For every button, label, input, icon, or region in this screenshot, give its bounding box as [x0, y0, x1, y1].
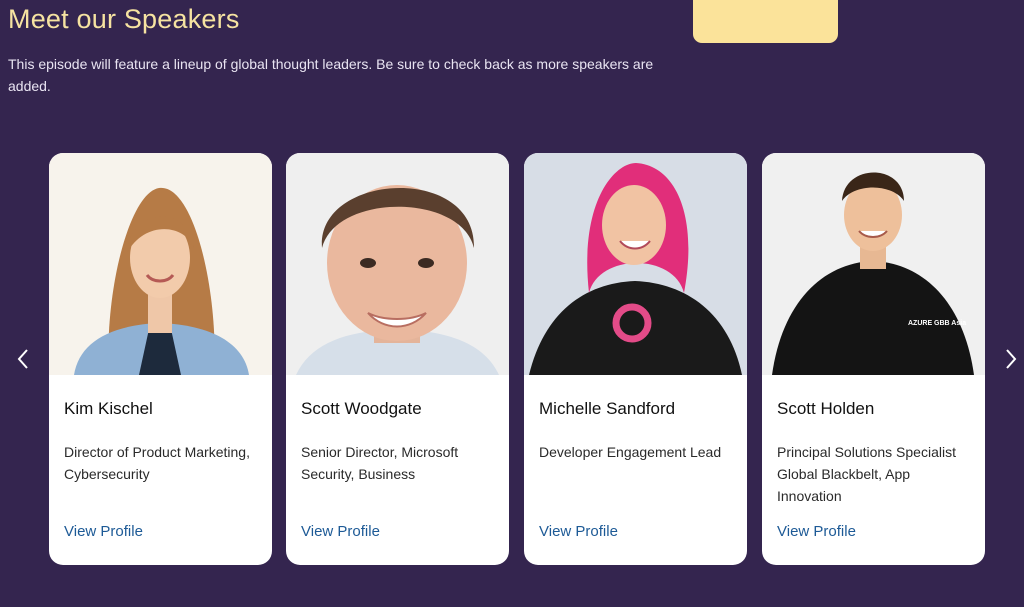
speaker-photo — [524, 153, 747, 375]
header-cta-block[interactable] — [693, 0, 838, 43]
speaker-card: Michelle Sandford Developer Engagement L… — [524, 153, 747, 565]
speaker-name: Scott Holden — [777, 399, 875, 418]
speaker-photo — [286, 153, 509, 375]
speaker-photo: AZURE GBB Asia — [762, 153, 985, 375]
speaker-title: Developer Engagement Lead — [539, 444, 722, 460]
chevron-right-icon — [1006, 349, 1017, 369]
view-profile-link[interactable]: View Profile — [301, 523, 380, 540]
intro-text: This episode will feature a lineup of gl… — [8, 56, 654, 94]
speaker-card: AZURE GBB Asia Scott Holden Principal So… — [762, 153, 985, 565]
speaker-title: Principal Solutions Specialist Global Bl… — [777, 444, 956, 504]
speaker-title: Director of Product Marketing, Cybersecu… — [64, 444, 250, 482]
speaker-card: Scott Woodgate Senior Director, Microsof… — [286, 153, 509, 565]
carousel-prev-button[interactable] — [8, 344, 38, 374]
speaker-card: Kim Kischel Director of Product Marketin… — [49, 153, 272, 565]
speaker-name: Scott Woodgate — [301, 399, 422, 418]
speaker-name: Kim Kischel — [64, 399, 153, 418]
page-title: Meet our Speakers — [8, 4, 240, 34]
view-profile-link[interactable]: View Profile — [64, 523, 143, 540]
speaker-name: Michelle Sandford — [539, 399, 676, 418]
speaker-title: Senior Director, Microsoft Security, Bus… — [301, 444, 459, 482]
shirt-print: AZURE GBB Asia — [908, 320, 966, 327]
speaker-photo — [49, 153, 272, 375]
chevron-left-icon — [17, 349, 28, 369]
view-profile-link[interactable]: View Profile — [777, 523, 856, 540]
carousel-next-button[interactable] — [996, 344, 1024, 374]
view-profile-link[interactable]: View Profile — [539, 523, 618, 540]
